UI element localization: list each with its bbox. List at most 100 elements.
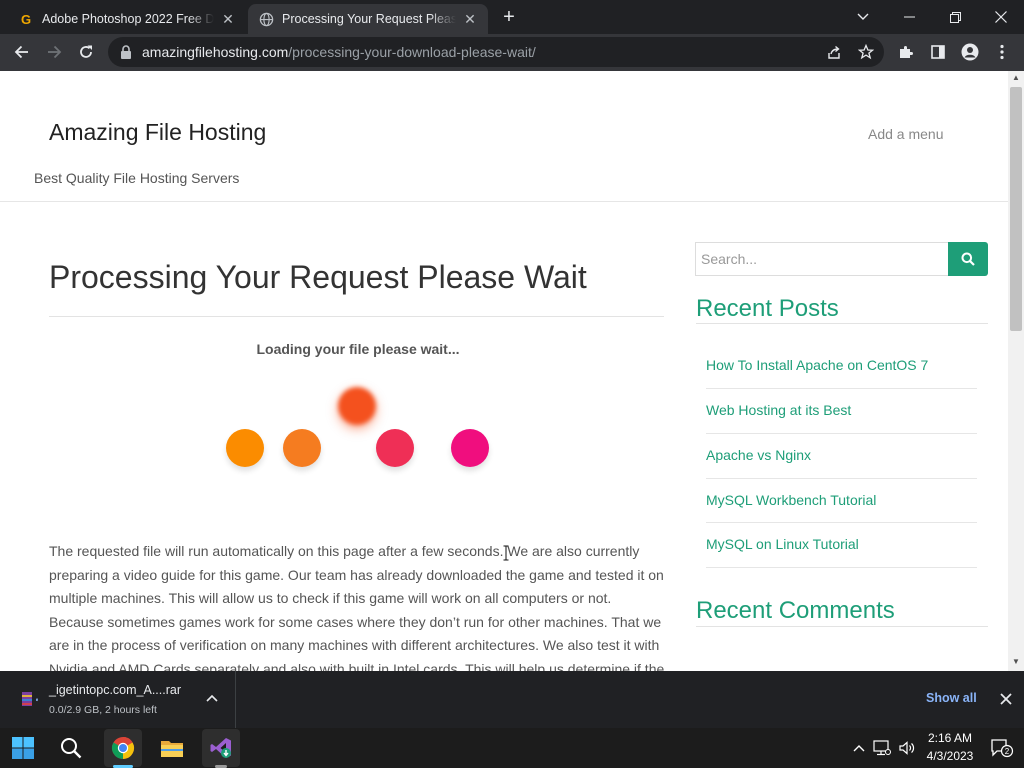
address-bar[interactable]: amazingfilehosting.com/processing-your-d…	[108, 37, 884, 67]
tab-search-button[interactable]	[840, 0, 886, 34]
add-menu-link[interactable]: Add a menu	[868, 126, 944, 142]
recent-post-link[interactable]: MySQL Workbench Tutorial	[706, 492, 876, 508]
arrow-left-icon	[14, 45, 28, 59]
star-icon	[858, 44, 874, 60]
url-text[interactable]: amazingfilehosting.com/processing-your-d…	[142, 44, 536, 60]
extensions-button[interactable]	[892, 38, 920, 66]
recent-post-link[interactable]: MySQL on Linux Tutorial	[706, 536, 859, 552]
download-filename: _igetintopc.com_A....rar	[49, 683, 182, 697]
tab-processing-request[interactable]: Processing Your Request Please Wait ✕	[248, 4, 488, 34]
lock-icon[interactable]	[120, 45, 132, 59]
windows-logo-icon	[12, 737, 34, 759]
visual-studio-installer-taskbar-app[interactable]	[202, 729, 240, 767]
search-icon	[61, 738, 82, 759]
taskbar-search-button[interactable]	[52, 729, 90, 767]
tab-close-icon[interactable]: ✕	[220, 11, 236, 27]
windows-taskbar: 2:16 AM 4/3/2023 2	[0, 728, 1024, 768]
loader-dot	[226, 429, 264, 467]
site-tagline: Best Quality File Hosting Servers	[34, 170, 240, 186]
download-status: 0.0/2.9 GB, 2 hours left	[49, 704, 157, 716]
widget-divider	[696, 626, 988, 627]
chevron-up-icon	[853, 745, 865, 752]
side-panel-button[interactable]	[924, 38, 952, 66]
visual-studio-installer-icon	[210, 738, 231, 758]
close-icon[interactable]	[998, 691, 1014, 707]
window-close-button[interactable]	[978, 0, 1024, 34]
speaker-icon	[899, 741, 915, 755]
tab-adobe-photoshop[interactable]: G Adobe Photoshop 2022 Free Download ✕	[8, 4, 246, 34]
page-scrollbar[interactable]: ▲ ▼	[1008, 71, 1024, 671]
reload-icon	[80, 45, 92, 58]
post-separator	[706, 388, 977, 389]
start-button[interactable]	[4, 729, 42, 767]
side-panel-icon	[931, 45, 945, 59]
notification-count: 2	[1005, 747, 1010, 756]
widget-divider	[696, 323, 988, 324]
globe-icon	[258, 11, 274, 27]
scroll-up-arrow-icon[interactable]: ▲	[1012, 73, 1020, 82]
forward-button[interactable]	[40, 38, 68, 66]
post-separator	[706, 478, 977, 479]
post-separator	[706, 522, 977, 523]
folder-icon	[161, 741, 183, 757]
share-button[interactable]	[820, 38, 848, 66]
back-button[interactable]	[8, 38, 36, 66]
new-tab-button[interactable]: +	[498, 6, 520, 28]
share-icon	[828, 45, 840, 59]
search-button[interactable]	[948, 242, 988, 276]
recent-post-link[interactable]: Web Hosting at its Best	[706, 402, 851, 418]
show-all-downloads-link[interactable]: Show all	[926, 691, 977, 705]
profile-button[interactable]	[956, 38, 984, 66]
scrollbar-thumb[interactable]	[1010, 87, 1022, 331]
minimize-button[interactable]	[886, 0, 932, 34]
chevron-up-icon[interactable]	[204, 691, 220, 707]
url-host: amazingfilehosting.com	[142, 44, 289, 60]
tab-title: Adobe Photoshop 2022 Free Download	[42, 12, 214, 26]
taskbar-clock-date[interactable]: 4/3/2023	[922, 749, 978, 763]
loader-dot	[283, 429, 321, 467]
notification-center-icon[interactable]: 2	[988, 738, 1014, 758]
sidebar-search-input[interactable]	[695, 242, 948, 276]
loader-dot	[451, 429, 489, 467]
loader-dot	[376, 429, 414, 467]
restore-button[interactable]	[932, 0, 978, 34]
restore-icon	[949, 11, 961, 23]
bookmark-button[interactable]	[852, 38, 880, 66]
close-icon	[995, 11, 1007, 23]
post-separator	[706, 567, 977, 568]
chrome-menu-button[interactable]	[988, 38, 1016, 66]
download-item[interactable]: _igetintopc.com_A....rar 0.0/2.9 GB, 2 h…	[0, 671, 236, 728]
network-icon	[873, 740, 891, 756]
text-cursor-icon	[503, 545, 509, 561]
chrome-logo-icon	[111, 737, 135, 759]
recent-post-link[interactable]: How To Install Apache on CentOS 7	[706, 357, 928, 373]
loader-dot	[338, 387, 376, 425]
show-hidden-icons-button[interactable]	[850, 740, 868, 756]
volume-button[interactable]	[898, 740, 916, 756]
taskbar-clock-time[interactable]: 2:16 AM	[922, 731, 978, 745]
page-title: Processing Your Request Please Wait	[49, 259, 587, 295]
network-status-button[interactable]	[873, 740, 891, 756]
scroll-down-arrow-icon[interactable]: ▼	[1012, 657, 1020, 666]
article-body-text: The requested file will run automaticall…	[49, 543, 665, 671]
download-bar: _igetintopc.com_A....rar 0.0/2.9 GB, 2 h…	[0, 671, 1024, 728]
tab-title: Processing Your Request Please Wait	[282, 12, 456, 26]
arrow-right-icon	[48, 45, 62, 59]
recent-post-link[interactable]: Apache vs Nginx	[706, 447, 811, 463]
chrome-taskbar-app[interactable]	[104, 729, 142, 767]
more-vert-icon	[1000, 44, 1004, 60]
reload-button[interactable]	[72, 38, 100, 66]
url-path: /processing-your-download-please-wait/	[288, 44, 536, 60]
title-divider	[49, 316, 664, 317]
browser-tab-strip: G Adobe Photoshop 2022 Free Download ✕ P…	[0, 0, 1024, 34]
recent-posts-heading: Recent Posts	[696, 295, 839, 322]
file-explorer-taskbar-app[interactable]	[153, 729, 191, 767]
site-title[interactable]: Amazing File Hosting	[49, 119, 266, 146]
tab-close-icon[interactable]: ✕	[462, 11, 478, 27]
loading-message: Loading your file please wait...	[256, 341, 460, 357]
page-viewport[interactable]: Amazing File Hosting Best Quality File H…	[0, 71, 1024, 671]
header-divider	[0, 201, 1008, 202]
avatar-icon	[961, 43, 979, 61]
archive-file-icon	[16, 688, 38, 710]
chevron-down-icon	[857, 13, 869, 20]
